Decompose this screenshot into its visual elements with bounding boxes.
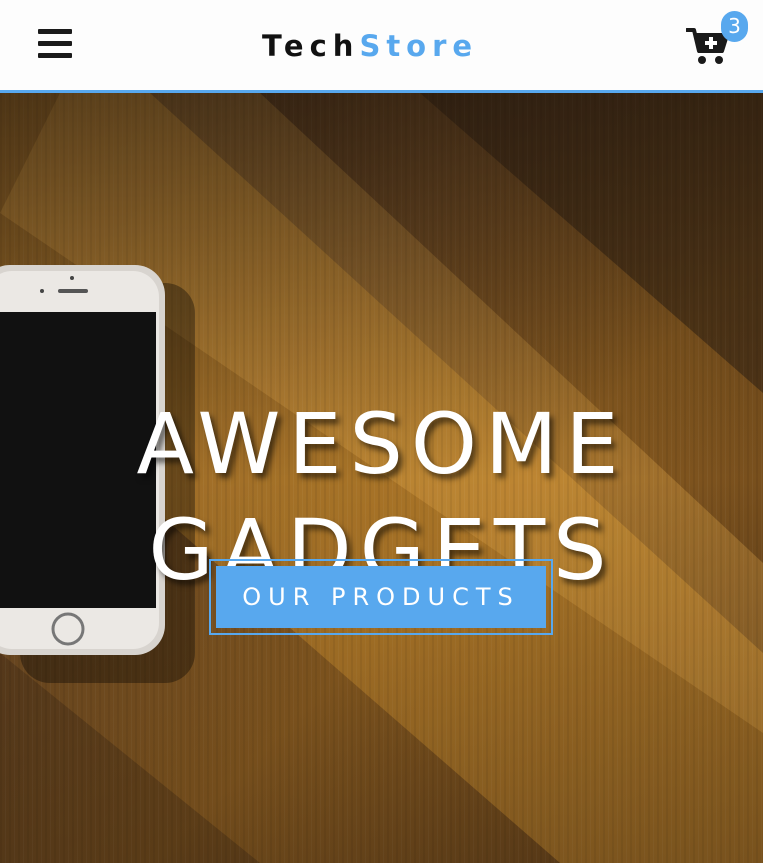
brand-name-part-tech: Tech: [262, 29, 360, 63]
menu-bar-bottom: [38, 53, 72, 58]
hero-banner: AWESOME GADGETS: [0, 93, 763, 863]
menu-bar-top: [38, 29, 72, 34]
brand-logo[interactable]: TechStore: [262, 28, 502, 64]
brand-name-part-store: Store: [359, 29, 479, 63]
menu-bar-middle: [38, 41, 72, 46]
our-products-button[interactable]: OUR PRODUCTS: [216, 566, 546, 628]
cart-count-badge: 3: [721, 11, 748, 42]
hero-headline-line-1: AWESOME: [136, 395, 627, 493]
hamburger-menu-icon[interactable]: [38, 29, 72, 59]
top-navbar: TechStore 3: [0, 0, 763, 93]
